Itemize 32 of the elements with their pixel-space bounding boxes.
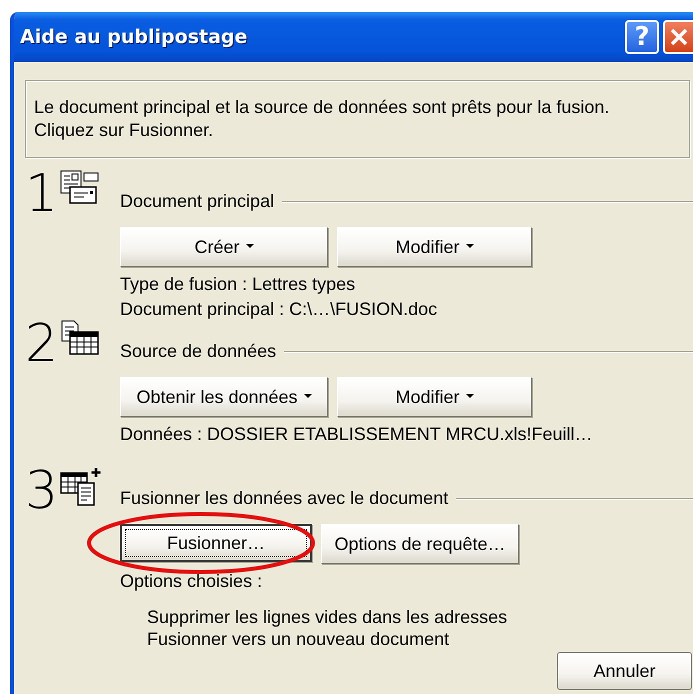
option-text: Fusionner vers un nouveau document — [147, 628, 450, 650]
dropdown-button[interactable]: Modifier — [337, 227, 532, 267]
close-button[interactable] — [663, 20, 693, 54]
table-icon — [60, 320, 100, 356]
section-heading: Source de données — [120, 341, 276, 362]
step-number: 3 — [25, 469, 58, 513]
dropdown-button[interactable]: Modifier — [337, 377, 532, 417]
info-text: Cliquez sur Fusionner. — [34, 119, 214, 142]
dropdown-button[interactable]: Obtenir les données — [120, 377, 328, 417]
button[interactable]: Options de requête… — [321, 524, 519, 564]
detail-text: Document principal : C:\…\FUSION.doc — [120, 298, 438, 321]
table-plus-icon — [60, 467, 102, 507]
document-icon — [60, 170, 100, 206]
option-text: Supprimer les lignes vides dans les adresses — [147, 606, 508, 628]
caret-icon — [304, 394, 312, 398]
cancel-button[interactable]: Annuler — [557, 652, 692, 690]
detail-text: Données : DOSSIER ETABLISSEMENT MRCU.xls!Feuill… — [120, 423, 594, 446]
close-icon — [669, 27, 689, 47]
detail-text: Options choisies : — [120, 570, 264, 593]
caret-icon — [466, 244, 474, 248]
button[interactable]: Fusionner… — [120, 524, 312, 562]
step-number: 2 — [25, 322, 58, 366]
caret-icon — [466, 394, 474, 398]
help-button[interactable]: ? — [625, 20, 659, 54]
step-number: 1 — [25, 172, 58, 216]
info-text: Le document principal et la source de données sont prêts pour la fusion. — [34, 96, 610, 119]
detail-text: Type de fusion : Lettres types — [120, 273, 356, 296]
section-heading: Fusionner les données avec le document — [120, 488, 448, 509]
caret-icon — [246, 244, 254, 248]
section-heading: Document principal — [120, 191, 274, 212]
dropdown-button[interactable]: Créer — [120, 227, 328, 267]
window-title: Aide au publipostage — [20, 26, 248, 48]
